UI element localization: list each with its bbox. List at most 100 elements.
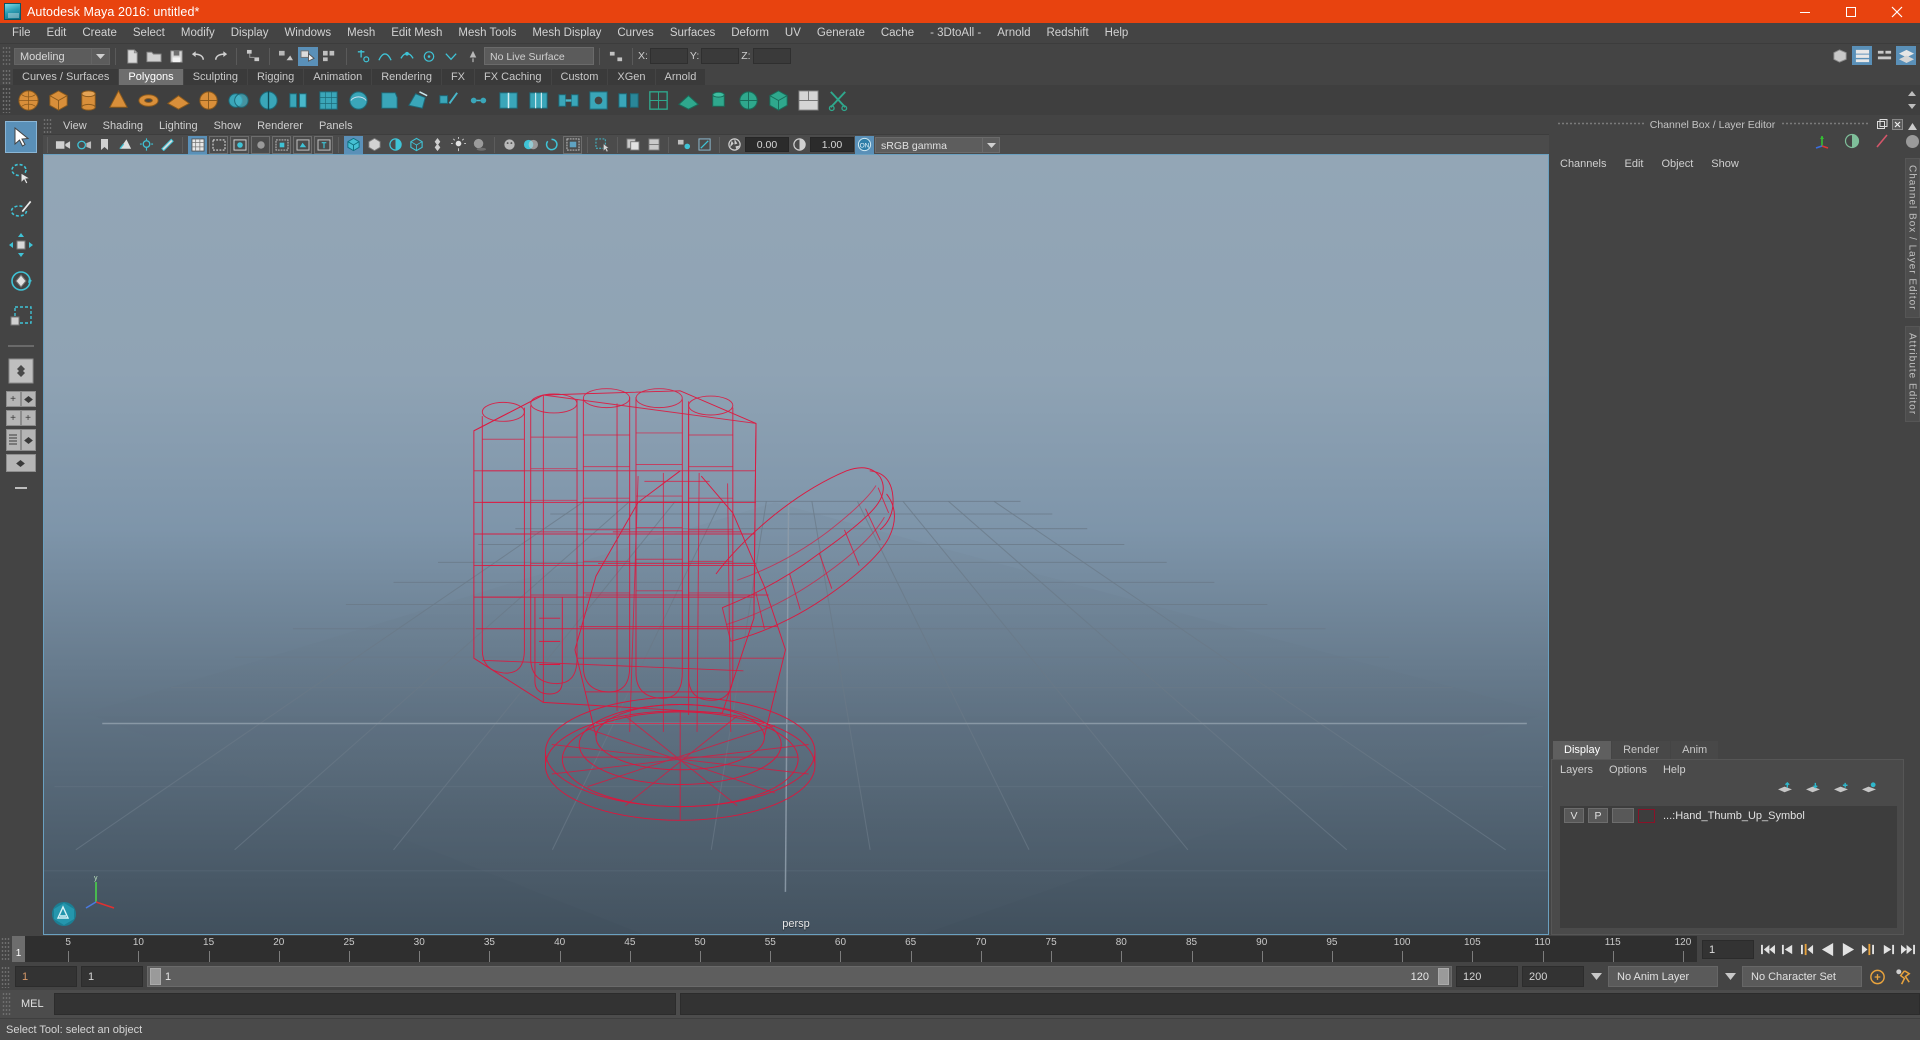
layer-name[interactable]: ...:Hand_Thumb_Up_Symbol (1663, 810, 1805, 822)
multisample-aa-icon[interactable] (542, 136, 561, 154)
shelf-grip[interactable] (2, 69, 11, 85)
color-management-chevron-down-icon[interactable] (983, 136, 1000, 153)
menu-item-redshift[interactable]: Redshift (1038, 23, 1096, 44)
menu-item-deform[interactable]: Deform (723, 23, 777, 44)
insert-edge-loop-icon[interactable] (494, 86, 522, 114)
offset-edge-loop-icon[interactable] (524, 86, 552, 114)
shelf-tab-animation[interactable]: Animation (304, 69, 372, 85)
z-field[interactable] (752, 48, 791, 64)
menu-item-curves[interactable]: Curves (609, 23, 661, 44)
menu-item-modify[interactable]: Modify (173, 23, 223, 44)
go-to-end-button[interactable] (1899, 939, 1916, 959)
smooth-icon[interactable] (344, 86, 372, 114)
step-back-button[interactable] (1779, 939, 1796, 959)
command-language-label[interactable]: MEL (15, 998, 50, 1010)
poly-sphere-icon[interactable] (14, 86, 42, 114)
y-field[interactable] (701, 48, 740, 64)
gamma-value-field[interactable]: 1.00 (810, 137, 854, 152)
exposure-toggle-icon[interactable] (272, 135, 291, 154)
snap-to-projected-center-icon[interactable] (419, 47, 439, 66)
grid-toggle-icon[interactable] (188, 135, 207, 154)
channel-box-menu-channels[interactable]: Channels (1551, 158, 1615, 170)
live-surface-field[interactable]: No Live Surface (484, 47, 594, 65)
combine-icon[interactable] (224, 86, 252, 114)
shelf-tab-curves-surfaces[interactable]: Curves / Surfaces (13, 69, 119, 85)
film-gate-icon[interactable] (209, 135, 228, 154)
mirror-icon[interactable] (614, 86, 642, 114)
lighting-toggle-icon[interactable] (449, 136, 468, 154)
exposure-value-field[interactable]: 0.00 (745, 137, 789, 152)
two-d-pan-zoom-icon[interactable] (137, 136, 156, 154)
x-field[interactable] (649, 48, 688, 64)
layout-quad-tr[interactable] (20, 391, 36, 407)
manipulator-axis-icon[interactable] (1814, 133, 1830, 154)
layer-visibility-toggle[interactable]: V (1564, 808, 1584, 823)
next-key-button[interactable] (1859, 939, 1876, 959)
snap-to-point-icon[interactable] (397, 47, 417, 66)
layout-more-icon[interactable] (5, 479, 37, 497)
channel-box-menu-object[interactable]: Object (1652, 158, 1702, 170)
layer-menu-options[interactable]: Options (1601, 764, 1655, 776)
viewport-cube-icon[interactable] (50, 900, 78, 928)
input-output-connections-icon[interactable] (606, 47, 626, 66)
uv-automatic-icon[interactable] (764, 86, 792, 114)
depth-of-field-icon[interactable] (563, 135, 582, 154)
target-weld-icon[interactable] (464, 86, 492, 114)
viewport-grip[interactable] (43, 117, 52, 134)
layer-list[interactable]: V P ...:Hand_Thumb_Up_Symbol (1560, 806, 1897, 928)
select-by-object-type-icon[interactable] (276, 47, 296, 66)
viewport-menu-lighting[interactable]: Lighting (151, 120, 206, 132)
menu-item-generate[interactable]: Generate (809, 23, 873, 44)
channel-box-menu-edit[interactable]: Edit (1615, 158, 1652, 170)
grease-pencil-icon[interactable] (158, 136, 177, 154)
play-forwards-button[interactable] (1839, 939, 1856, 959)
shelf-tab-fx[interactable]: FX (441, 69, 475, 85)
menu-item-windows[interactable]: Windows (276, 23, 339, 44)
shaded-textured-icon[interactable] (386, 136, 405, 154)
go-to-start-button[interactable] (1759, 939, 1776, 959)
animation-playblast-icon[interactable] (1892, 967, 1916, 987)
gate-mask-icon[interactable] (251, 135, 270, 154)
menu-item-display[interactable]: Display (223, 23, 277, 44)
step-forward-button[interactable] (1879, 939, 1896, 959)
rotate-tool[interactable] (5, 265, 37, 297)
uv-editor-icon[interactable] (644, 86, 672, 114)
select-by-component-type-icon[interactable] (298, 46, 318, 66)
layout-two-right[interactable]: + (20, 410, 36, 426)
playback-end-time-field[interactable]: 120 (1456, 966, 1518, 987)
color-management-toggle-icon[interactable]: ON (855, 135, 874, 154)
menu-item-create[interactable]: Create (74, 23, 125, 44)
menu-item-3dtoall[interactable]: - 3DtoAll - (922, 23, 989, 44)
shelf-tab-rendering[interactable]: Rendering (372, 69, 441, 85)
undo-icon[interactable] (188, 47, 208, 66)
layout-two-left[interactable]: + (5, 410, 21, 426)
character-set-select[interactable]: No Character Set (1742, 966, 1862, 987)
quad-draw-icon[interactable] (434, 86, 462, 114)
uv-cut-icon[interactable] (824, 86, 852, 114)
shelf-tab-fx-caching[interactable]: FX Caching (475, 69, 551, 85)
layer-menu-help[interactable]: Help (1655, 764, 1694, 776)
poly-cone-icon[interactable] (104, 86, 132, 114)
menuset-chevron-down-icon[interactable] (92, 47, 110, 65)
previous-key-button[interactable] (1799, 939, 1816, 959)
range-slider-grip[interactable] (1, 965, 10, 988)
layer-tab-display[interactable]: Display (1553, 741, 1612, 759)
move-layer-up-icon[interactable] (1777, 781, 1793, 800)
viewport-menu-panels[interactable]: Panels (311, 120, 361, 132)
poly-cylinder-icon[interactable] (74, 86, 102, 114)
append-polygon-icon[interactable] (404, 86, 432, 114)
aperture-icon[interactable] (725, 136, 744, 154)
layer-color-swatch[interactable] (1638, 808, 1655, 823)
snap-to-curve-icon[interactable] (375, 47, 395, 66)
viewport-menu-view[interactable]: View (55, 120, 95, 132)
paint-select-tool[interactable] (5, 193, 37, 225)
menu-item-select[interactable]: Select (125, 23, 173, 44)
select-by-hierarchy-icon[interactable] (243, 47, 263, 66)
fill-hole-icon[interactable] (584, 86, 612, 114)
layout-hypergraph-persp[interactable] (5, 454, 36, 472)
red-slash-icon[interactable] (1874, 133, 1890, 154)
layer-tab-render[interactable]: Render (1612, 741, 1671, 759)
shaded-mode-icon[interactable] (344, 135, 363, 154)
snap-to-view-plane-icon[interactable] (441, 47, 461, 66)
shelf-tab-rigging[interactable]: Rigging (247, 69, 304, 85)
